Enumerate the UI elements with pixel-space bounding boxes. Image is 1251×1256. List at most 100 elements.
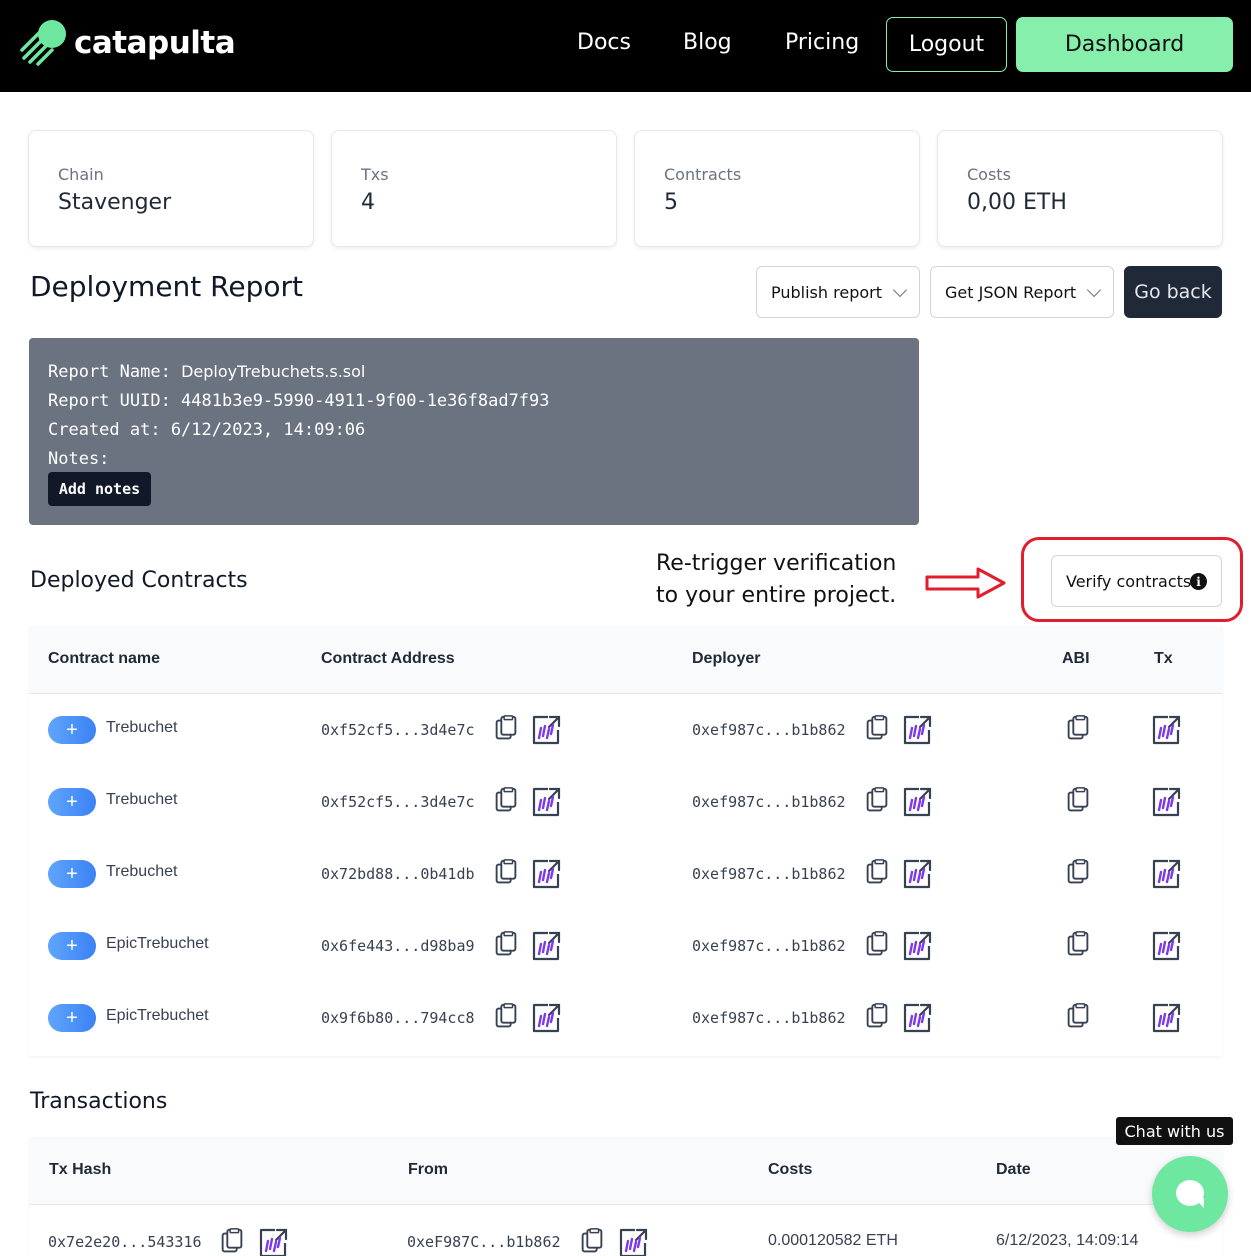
table-header: Tx Hash From Costs Date	[29, 1137, 1222, 1205]
json-report-label: Get JSON Report	[945, 282, 1077, 302]
copy-abi-icon[interactable]	[1063, 786, 1095, 818]
annotation-line: to your entire project.	[656, 583, 897, 608]
contract-name: EpicTrebuchet	[106, 935, 209, 952]
tx-explorer-link-icon[interactable]	[1150, 786, 1182, 818]
copy-hash-icon[interactable]	[217, 1227, 249, 1256]
plus-icon: +	[66, 790, 78, 813]
copy-deployer-icon[interactable]	[862, 858, 894, 890]
nav-pricing[interactable]: Pricing	[785, 30, 859, 55]
column-header: ABI	[1062, 650, 1090, 667]
stat-card-chain: Chain Stavenger	[28, 130, 314, 247]
plus-icon: +	[66, 862, 78, 885]
catapulta-logo-icon	[20, 20, 66, 66]
expand-row-button[interactable]: +	[48, 932, 96, 960]
info-icon: i	[1190, 573, 1207, 590]
deployed-contracts-table: Contract name Contract Address Deployer …	[29, 626, 1222, 1056]
table-row: + Trebuchet 0x72bd88...0b41db 0xef987c...b1…	[29, 838, 1222, 910]
json-report-dropdown[interactable]: Get JSON Report	[930, 266, 1114, 318]
report-info-box: Report Name: DeployTrebuchets.s.sol Repo…	[29, 338, 919, 525]
brand-name: catapulta	[74, 25, 236, 61]
verify-contracts-label: Verify contracts	[1066, 571, 1192, 591]
copy-deployer-icon[interactable]	[862, 786, 894, 818]
copy-abi-icon[interactable]	[1063, 1002, 1095, 1034]
deployer-address: 0xef987c...b1b862	[692, 1009, 846, 1027]
tx-explorer-link-icon[interactable]	[1150, 714, 1182, 746]
contract-name: Trebuchet	[106, 791, 178, 808]
verification-annotation: Re-trigger verification to your entire p…	[656, 548, 896, 612]
contract-address: 0xf52cf5...3d4e7c	[321, 721, 475, 739]
annotation-line: Re-trigger verification	[656, 551, 897, 576]
stat-label: Contracts	[664, 165, 742, 184]
annotation-arrow-icon	[925, 567, 1006, 599]
copy-address-icon[interactable]	[491, 858, 523, 890]
copy-address-icon[interactable]	[491, 1002, 523, 1034]
explorer-link-icon[interactable]	[901, 930, 933, 962]
explorer-link-icon[interactable]	[530, 714, 562, 746]
copy-abi-icon[interactable]	[1063, 858, 1095, 890]
explorer-link-icon[interactable]	[901, 858, 933, 890]
explorer-link-icon[interactable]	[901, 1002, 933, 1034]
expand-row-button[interactable]: +	[48, 860, 96, 888]
deployer-address: 0xef987c...b1b862	[692, 865, 846, 883]
go-back-button[interactable]: Go back	[1124, 266, 1222, 318]
stat-label: Chain	[58, 165, 104, 184]
table-row: 0x7e2e20...543316 0xeF987C...b1b862 0.0001…	[29, 1205, 1222, 1256]
chat-launcher-button[interactable]	[1152, 1156, 1228, 1232]
explorer-link-icon[interactable]	[901, 786, 933, 818]
tx-date: 6/12/2023, 14:09:14	[996, 1232, 1139, 1249]
copy-deployer-icon[interactable]	[862, 714, 894, 746]
column-header: Tx Hash	[49, 1161, 112, 1178]
expand-row-button[interactable]: +	[48, 1004, 96, 1032]
stat-value: 4	[361, 190, 375, 215]
column-header: Tx	[1154, 650, 1173, 667]
tx-explorer-link-icon[interactable]	[1150, 1002, 1182, 1034]
plus-icon: +	[66, 1006, 78, 1029]
copy-deployer-icon[interactable]	[862, 1002, 894, 1034]
tx-explorer-link-icon[interactable]	[1150, 858, 1182, 890]
contract-address: 0x72bd88...0b41db	[321, 865, 475, 883]
explorer-link-icon[interactable]	[530, 1002, 562, 1034]
table-row: + EpicTrebuchet 0x6fe443...d98ba9 0xef987c.…	[29, 910, 1222, 982]
tx-hash: 0x7e2e20...543316	[48, 1233, 202, 1251]
copy-address-icon[interactable]	[491, 714, 523, 746]
deployed-contracts-title: Deployed Contracts	[30, 568, 248, 593]
publish-report-label: Publish report	[771, 282, 882, 302]
explorer-link-icon[interactable]	[530, 858, 562, 890]
plus-icon: +	[66, 718, 78, 741]
copy-address-icon[interactable]	[491, 930, 523, 962]
dashboard-button[interactable]: Dashboard	[1016, 17, 1233, 72]
copy-from-icon[interactable]	[577, 1227, 609, 1256]
verify-contracts-button[interactable]: Verify contracts i	[1051, 555, 1222, 607]
deployer-address: 0xef987c...b1b862	[692, 937, 846, 955]
explorer-link-icon[interactable]	[530, 786, 562, 818]
tx-explorer-link-icon[interactable]	[1150, 930, 1182, 962]
logout-button[interactable]: Logout	[886, 17, 1007, 72]
explorer-link-icon[interactable]	[257, 1227, 289, 1256]
expand-row-button[interactable]: +	[48, 716, 96, 744]
transactions-table: Tx Hash From Costs Date 0x7e2e20...54331…	[29, 1137, 1222, 1256]
brand-logo[interactable]: catapulta	[18, 18, 236, 68]
copy-address-icon[interactable]	[491, 786, 523, 818]
explorer-link-icon[interactable]	[901, 714, 933, 746]
contract-address: 0x6fe443...d98ba9	[321, 937, 475, 955]
contract-name: EpicTrebuchet	[106, 1007, 209, 1024]
copy-abi-icon[interactable]	[1063, 930, 1095, 962]
publish-report-dropdown[interactable]: Publish report	[756, 266, 920, 318]
column-header: Contract Address	[321, 650, 455, 667]
nav-blog[interactable]: Blog	[683, 30, 732, 55]
contract-name: Trebuchet	[106, 863, 178, 880]
expand-row-button[interactable]: +	[48, 788, 96, 816]
explorer-link-icon[interactable]	[530, 930, 562, 962]
nav-docs[interactable]: Docs	[577, 30, 631, 55]
contract-name: Trebuchet	[106, 719, 178, 736]
report-notes-label: Notes:	[48, 449, 110, 469]
add-notes-button[interactable]: Add notes	[48, 472, 151, 506]
explorer-link-icon[interactable]	[617, 1227, 649, 1256]
copy-abi-icon[interactable]	[1063, 714, 1095, 746]
table-row: + Trebuchet 0xf52cf5...3d4e7c 0xef987c...b1…	[29, 766, 1222, 838]
column-header: Costs	[768, 1161, 813, 1178]
chat-with-us-label[interactable]: Chat with us	[1116, 1117, 1233, 1145]
transactions-title: Transactions	[30, 1089, 168, 1114]
report-name-line: Report Name: DeployTrebuchets.s.sol	[48, 362, 365, 382]
copy-deployer-icon[interactable]	[862, 930, 894, 962]
